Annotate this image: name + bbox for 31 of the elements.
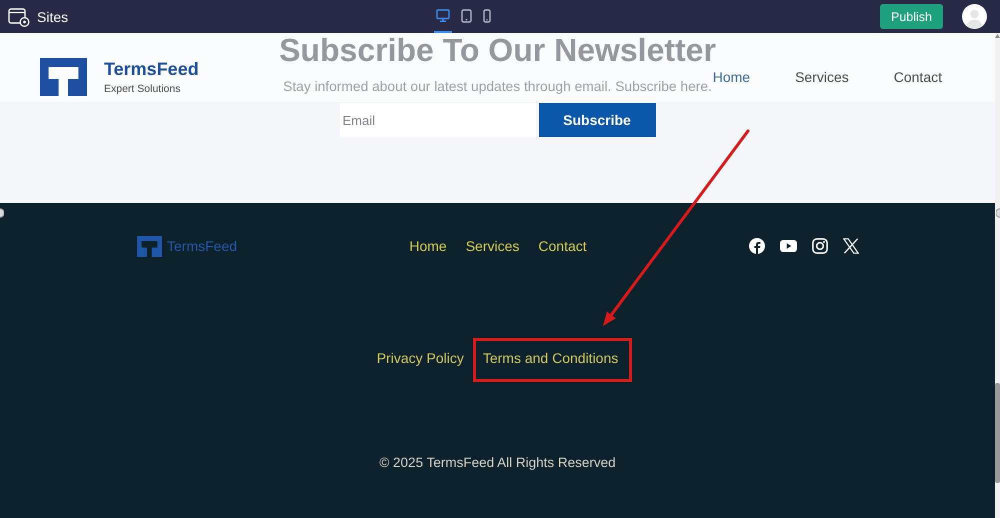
nav-link[interactable]: Home	[712, 69, 750, 86]
avatar-icon[interactable]	[962, 4, 987, 29]
copyright-text: © 2025 TermsFeed All Rights Reserved	[379, 455, 616, 470]
footer-nav-link[interactable]: Contact	[538, 237, 587, 255]
resize-handle-icon[interactable]	[996, 208, 1000, 218]
sites-button[interactable]: Sites	[8, 6, 68, 26]
email-field[interactable]: Email	[340, 103, 536, 137]
desktop-icon	[436, 9, 450, 22]
brand-tagline: Expert Solutions	[104, 82, 182, 96]
nav-link[interactable]: Contact	[894, 69, 942, 86]
scroll-up-arrow-icon[interactable]	[995, 34, 1000, 38]
scrollbar-thumb[interactable]	[995, 383, 1000, 483]
footer-brand-name: TermsFeed	[167, 238, 238, 254]
subscribe-button[interactable]: Subscribe	[538, 103, 656, 137]
newsletter-subtitle: Stay informed about our latest updates through email. Subscribe here.	[283, 79, 712, 95]
phone-icon	[483, 8, 492, 22]
nav-link[interactable]: Services	[795, 69, 849, 86]
scrollbar-track[interactable]	[995, 33, 1000, 518]
tablet-icon	[461, 8, 472, 22]
legal-link[interactable]: Privacy Policy	[376, 349, 464, 367]
resize-handle-icon[interactable]	[0, 208, 4, 218]
window-gear-icon	[8, 6, 30, 26]
brand-name: TermsFeed	[104, 58, 199, 78]
legal-link[interactable]: Terms and Conditions	[482, 350, 618, 366]
x-icon[interactable]	[843, 238, 859, 254]
instagram-icon[interactable]	[812, 238, 828, 254]
footer-nav-link[interactable]: Home	[409, 237, 447, 255]
youtube-icon[interactable]	[780, 240, 797, 252]
footer-nav-link[interactable]: Services	[466, 237, 520, 255]
newsletter-title: Subscribe To Our Newsletter	[279, 33, 716, 67]
facebook-icon[interactable]	[749, 238, 765, 254]
